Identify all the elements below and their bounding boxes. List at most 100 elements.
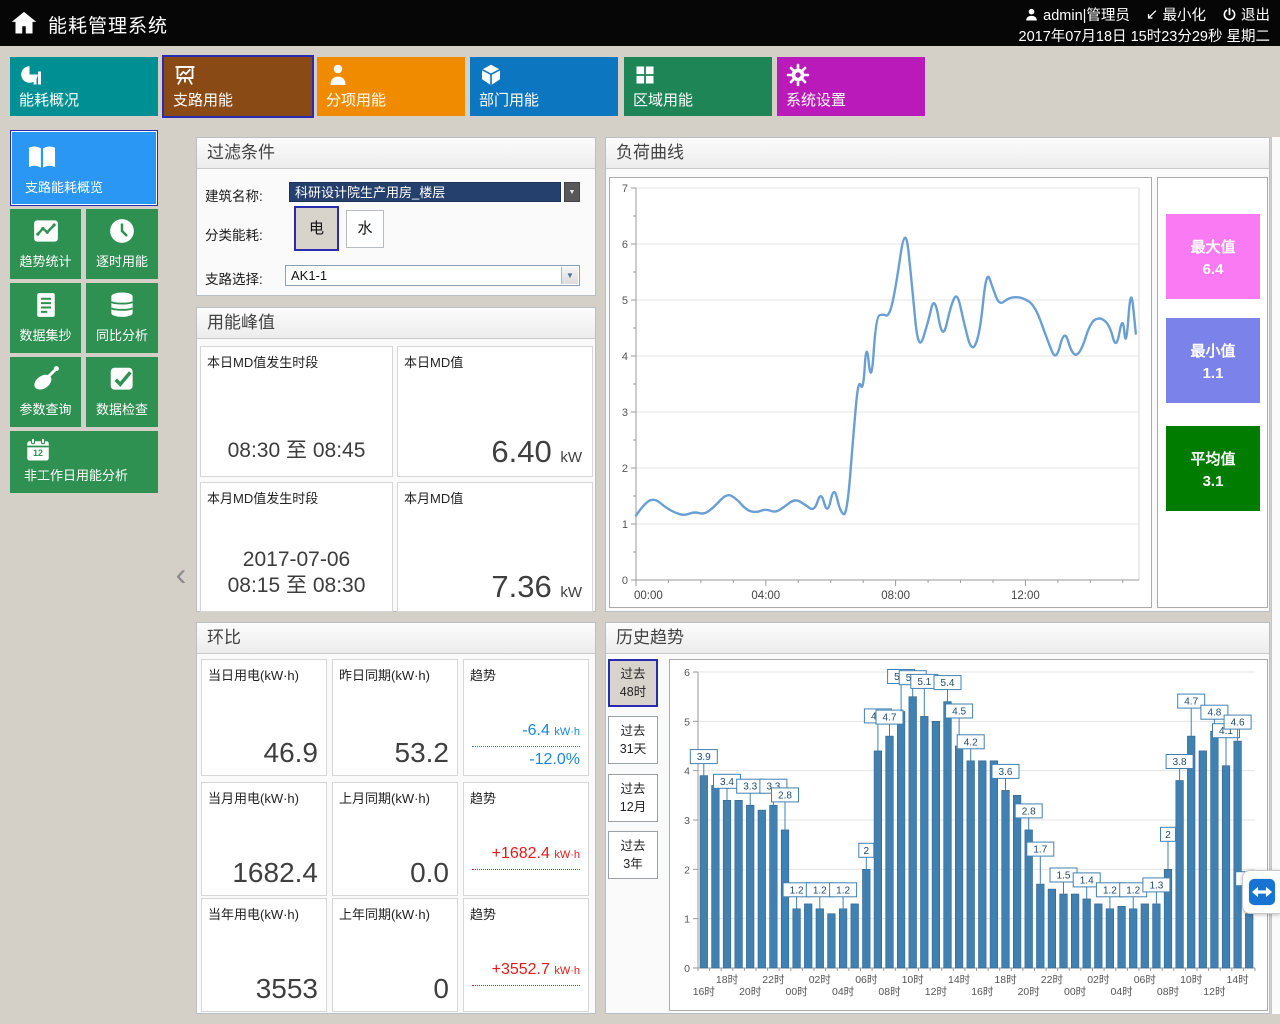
- card-label: 趋势: [470, 904, 496, 923]
- avg-value-label: 平均值: [1166, 448, 1260, 469]
- usage-value-card: 当年用电(kW·h)3553: [201, 898, 327, 1012]
- svg-text:6: 6: [622, 239, 628, 251]
- cube-icon: [479, 63, 503, 87]
- svg-text:08时: 08时: [878, 986, 901, 998]
- svg-text:1.7: 1.7: [1033, 845, 1047, 856]
- svg-text:1.3: 1.3: [1149, 880, 1163, 891]
- svg-text:12:00: 12:00: [1011, 590, 1040, 602]
- category-electricity-button[interactable]: 电: [294, 206, 339, 251]
- range-button-3y[interactable]: 过去3年: [608, 831, 658, 879]
- sidebar-item-label: 参数查询: [10, 399, 81, 418]
- month-md-value-label: 本月MD值: [404, 488, 463, 507]
- sidebar-item-trend-stats[interactable]: 趋势统计: [10, 209, 81, 279]
- remote-access-icon: [1248, 878, 1276, 906]
- sidebar-item-branch-overview[interactable]: 支路能耗概览: [10, 130, 158, 206]
- doc-icon: [31, 290, 61, 320]
- nav-tab-branch-energy[interactable]: 支路用能: [164, 57, 312, 116]
- card-label: 上年同期(kW·h): [339, 904, 430, 923]
- svg-text:16时: 16时: [971, 986, 994, 998]
- svg-text:3: 3: [684, 815, 690, 827]
- svg-text:02时: 02时: [1087, 974, 1110, 986]
- load-curve-stats: 最大值 6.4 最小值 1.1 平均值 3.1: [1157, 177, 1268, 608]
- svg-text:12时: 12时: [1203, 986, 1226, 998]
- trend-divider: [472, 985, 580, 986]
- db-icon: [107, 290, 137, 320]
- sidebar-item-data-check[interactable]: 数据检查: [86, 357, 158, 427]
- svg-text:2: 2: [684, 864, 690, 876]
- logout-button[interactable]: 退出: [1222, 4, 1270, 25]
- max-value-box: 最大值 6.4: [1166, 214, 1260, 299]
- filter-panel-title: 过滤条件: [197, 138, 595, 169]
- svg-text:2: 2: [864, 846, 870, 857]
- svg-text:04:00: 04:00: [751, 590, 780, 602]
- gear-icon: [786, 63, 810, 87]
- branch-select-value: AK1-1: [291, 268, 327, 283]
- day-md-value-label: 本日MD值: [404, 352, 463, 371]
- trend-value: -6.4 kW·h: [522, 722, 580, 740]
- svg-text:10时: 10时: [1180, 974, 1203, 986]
- trend-value: +3552.7 kW·h: [492, 961, 580, 979]
- nav-tab-area-energy[interactable]: 区域用能: [624, 57, 772, 116]
- sidebar-collapse-arrow[interactable]: ‹: [170, 556, 192, 596]
- svg-text:3.4: 3.4: [720, 777, 734, 788]
- peak-panel-title: 用能峰值: [197, 308, 595, 339]
- range-button-31d[interactable]: 过去31天: [608, 716, 658, 764]
- trend-card: 趋势 +3552.7 kW·h: [463, 898, 589, 1012]
- nav-tab-energy-overview[interactable]: 能耗概况: [10, 57, 158, 116]
- minimize-icon: ↙: [1146, 7, 1159, 22]
- card-value: 0: [433, 973, 449, 1005]
- sidebar-item-label: 支路能耗概览: [25, 177, 103, 196]
- svg-text:3.8: 3.8: [1173, 757, 1187, 768]
- month-md-value-card: 本月MD值 7.36 kW: [397, 482, 593, 612]
- card-label: 当月用电(kW·h): [208, 788, 299, 807]
- nav-tab-label: 支路用能: [173, 89, 233, 110]
- minimize-button[interactable]: ↙ 最小化: [1146, 4, 1206, 25]
- category-water-button[interactable]: 水: [346, 210, 384, 248]
- nav-tab-label: 分项用能: [326, 89, 386, 110]
- sidebar-item-nonworkday-analysis[interactable]: 12非工作日用能分析: [10, 431, 158, 493]
- building-select-arrow-icon[interactable]: ▼: [564, 182, 580, 202]
- nav-tab-label: 能耗概况: [19, 89, 79, 110]
- remote-access-tab[interactable]: [1242, 870, 1280, 914]
- usage-value-card: 上月同期(kW·h)0.0: [332, 782, 458, 896]
- svg-text:10时: 10时: [902, 974, 925, 986]
- nav-tab-subitem-energy[interactable]: 分项用能: [317, 57, 465, 116]
- avg-value-box: 平均值 3.1: [1166, 426, 1260, 511]
- clock-icon: [107, 216, 137, 246]
- user-account[interactable]: admin|管理员: [1024, 4, 1130, 25]
- max-value: 6.4: [1166, 261, 1260, 278]
- check-icon: [107, 364, 137, 394]
- day-md-period-card: 本日MD值发生时段 08:30 至 08:45: [200, 346, 393, 477]
- branch-select-arrow-icon: ▼: [561, 267, 578, 284]
- card-label: 昨日同期(kW·h): [339, 665, 430, 684]
- nav-tab-label: 区域用能: [633, 89, 693, 110]
- trend-value: +1682.4 kW·h: [492, 845, 580, 863]
- sidebar-item-yoy-analysis[interactable]: 同比分析: [86, 283, 158, 353]
- sidebar-item-data-readout[interactable]: 数据集抄: [10, 283, 81, 353]
- card-value: 46.9: [264, 737, 319, 769]
- nav-tab-system-settings[interactable]: 系统设置: [777, 57, 925, 116]
- load-curve-panel: 负荷曲线 0123456700:0004:0008:0012:00 最大值 6.…: [605, 137, 1270, 612]
- svg-text:3.9: 3.9: [697, 752, 711, 763]
- range-button-48h[interactable]: 过去48时: [608, 659, 658, 707]
- nav-tab-department-energy[interactable]: 部门用能: [470, 57, 618, 116]
- svg-text:2.8: 2.8: [778, 790, 792, 801]
- card-value: 1682.4: [232, 857, 318, 889]
- svg-text:3: 3: [622, 407, 628, 419]
- sidebar-item-parameter-query[interactable]: 参数查询: [10, 357, 81, 427]
- building-select[interactable]: 科研设计院生产用房_楼层: [289, 182, 561, 202]
- svg-text:00时: 00时: [1064, 986, 1087, 998]
- building-select-value: 科研设计院生产用房_楼层: [295, 185, 445, 200]
- trend-card: 趋势-6.4 kW·h-12.0%: [463, 659, 589, 776]
- svg-text:18时: 18时: [716, 974, 739, 986]
- range-button-12m[interactable]: 过去12月: [608, 774, 658, 822]
- card-label: 趋势: [470, 665, 496, 684]
- svg-text:2: 2: [1165, 830, 1171, 841]
- trend-divider: [472, 746, 580, 747]
- branch-select[interactable]: AK1-1 ▼: [285, 265, 580, 286]
- sidebar-item-label: 趋势统计: [10, 251, 81, 270]
- sidebar-item-hourly-energy[interactable]: 逐时用能: [86, 209, 158, 279]
- svg-text:4: 4: [622, 351, 628, 363]
- user-icon: [1024, 7, 1039, 22]
- svg-text:0: 0: [684, 963, 690, 975]
